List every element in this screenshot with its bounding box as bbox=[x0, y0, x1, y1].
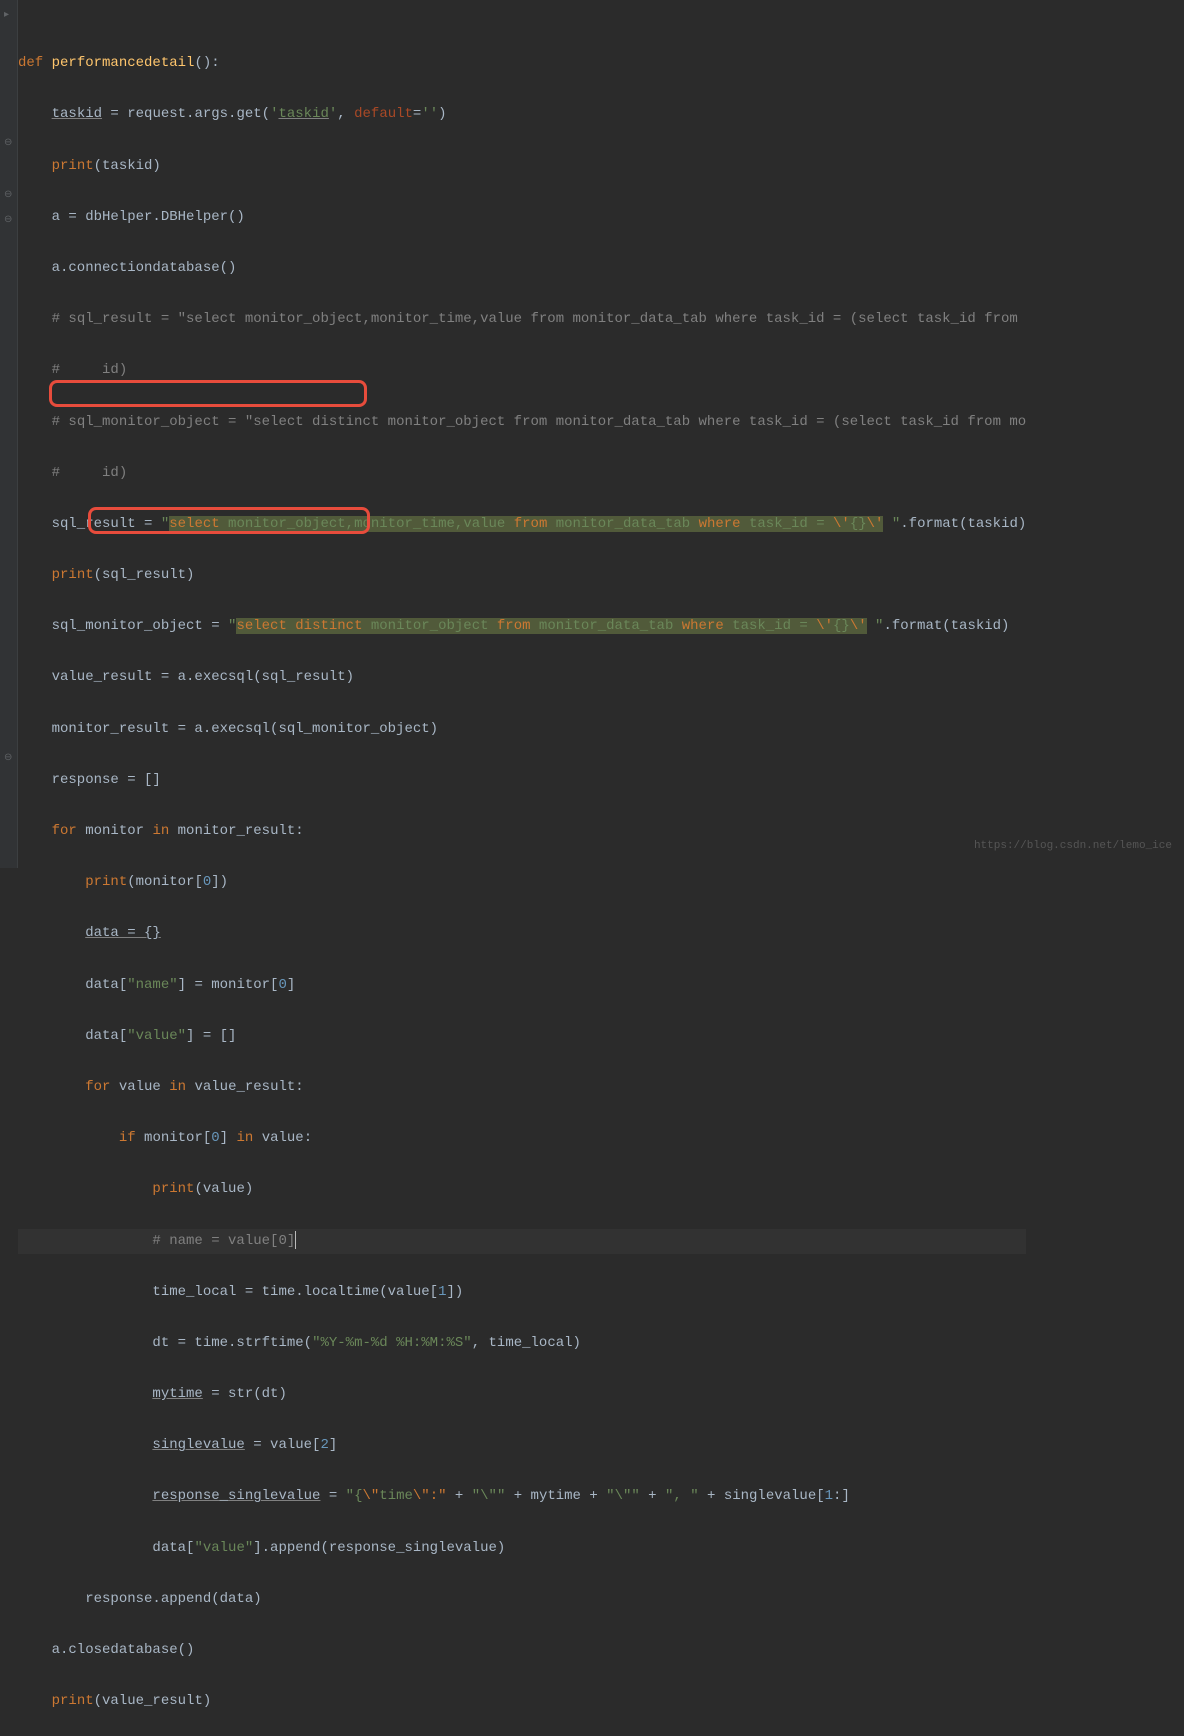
fold-icon[interactable]: ▸ bbox=[4, 3, 14, 13]
code-area[interactable]: def performancedetail(): taskid = reques… bbox=[18, 0, 1026, 868]
code-line: # sql_monitor_object = "select distinct … bbox=[18, 410, 1026, 436]
highlight-box-1 bbox=[49, 380, 367, 407]
code-line: a.connectiondatabase() bbox=[18, 256, 1026, 282]
code-line: for monitor in monitor_result: bbox=[18, 819, 1026, 845]
code-line: print(value) bbox=[18, 1177, 1026, 1203]
code-line: response = [] bbox=[18, 768, 1026, 794]
code-line: sql_result = "select monitor_object,moni… bbox=[18, 512, 1026, 538]
code-line: if monitor[0] in value: bbox=[18, 1126, 1026, 1152]
code-line: time_local = time.localtime(value[1]) bbox=[18, 1280, 1026, 1306]
code-editor[interactable]: ▸ ⊖ ⊖ ⊖ ⊖ def performancedetail(): taski… bbox=[0, 0, 1184, 868]
code-line: data["name"] = monitor[0] bbox=[18, 973, 1026, 999]
code-line: # id) bbox=[18, 358, 1026, 384]
code-line: for value in value_result: bbox=[18, 1075, 1026, 1101]
code-line: dt = time.strftime("%Y-%m-%d %H:%M:%S", … bbox=[18, 1331, 1026, 1357]
code-line-current: # name = value[0] bbox=[18, 1229, 1026, 1255]
code-line: # id) bbox=[18, 461, 1026, 487]
code-line: data["value"] = [] bbox=[18, 1024, 1026, 1050]
code-line: sql_monitor_object = "select distinct mo… bbox=[18, 614, 1026, 640]
code-line: data = {} bbox=[18, 921, 1026, 947]
code-line: mytime = str(dt) bbox=[18, 1382, 1026, 1408]
code-line: # sql_result = "select monitor_object,mo… bbox=[18, 307, 1026, 333]
code-line: a = dbHelper.DBHelper() bbox=[18, 205, 1026, 231]
code-line: print(value_result) bbox=[18, 1689, 1026, 1715]
code-line: print(taskid) bbox=[18, 154, 1026, 180]
code-line: value_result = a.execsql(sql_result) bbox=[18, 665, 1026, 691]
cursor-icon bbox=[295, 1231, 296, 1249]
code-line: monitor_result = a.execsql(sql_monitor_o… bbox=[18, 717, 1026, 743]
code-line: print(monitor[0]) bbox=[18, 870, 1026, 896]
gutter: ▸ ⊖ ⊖ ⊖ ⊖ bbox=[0, 0, 18, 868]
fold-icon[interactable]: ⊖ bbox=[4, 131, 14, 141]
code-line: singlevalue = value[2] bbox=[18, 1433, 1026, 1459]
code-line: print(sql_result) bbox=[18, 563, 1026, 589]
code-line: a.closedatabase() bbox=[18, 1638, 1026, 1664]
code-line: taskid = request.args.get('taskid', defa… bbox=[18, 102, 1026, 128]
fold-icon[interactable]: ⊖ bbox=[4, 183, 14, 193]
fold-icon[interactable]: ⊖ bbox=[4, 746, 14, 756]
fold-icon[interactable]: ⊖ bbox=[4, 208, 14, 218]
code-line: response_singlevalue = "{\"time\":" + "\… bbox=[18, 1484, 1026, 1510]
watermark: https://blog.csdn.net/lemo_ice bbox=[974, 834, 1172, 860]
code-line: response.append(data) bbox=[18, 1587, 1026, 1613]
code-line: data["value"].append(response_singlevalu… bbox=[18, 1536, 1026, 1562]
code-line: def performancedetail(): bbox=[18, 51, 1026, 77]
